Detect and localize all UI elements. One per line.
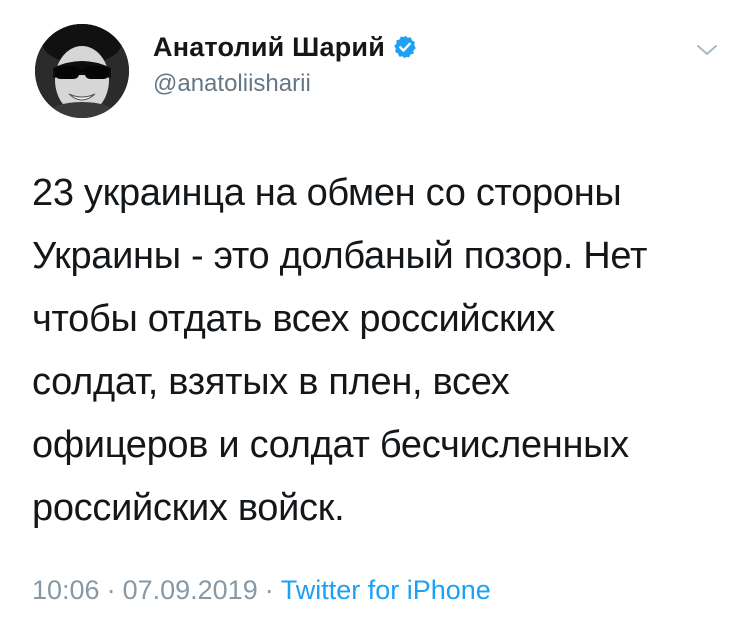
- tweet-source-link[interactable]: Twitter for iPhone: [281, 575, 491, 605]
- avatar-image: [35, 24, 129, 118]
- tweet-time[interactable]: 10:06: [32, 575, 100, 605]
- chevron-down-icon[interactable]: [695, 40, 719, 60]
- display-name[interactable]: Анатолий Шарий: [153, 32, 385, 63]
- tweet-metadata: 10:06 · 07.09.2019 · Twitter for iPhone: [32, 575, 491, 606]
- verified-badge-icon: [392, 34, 418, 60]
- meta-separator: ·: [264, 575, 274, 605]
- tweet-body-text: 23 украинца на обмен со стороны Украины …: [32, 172, 648, 529]
- user-handle[interactable]: @anatoliisharii: [153, 70, 418, 98]
- tweet-date[interactable]: 07.09.2019: [123, 575, 258, 605]
- tweet-header: Анатолий Шарий @anatoliisharii: [153, 28, 418, 98]
- meta-separator: ·: [106, 575, 116, 605]
- name-row: Анатолий Шарий: [153, 28, 418, 66]
- tweet-card: Анатолий Шарий @anatoliisharii 23 украин…: [0, 0, 750, 639]
- avatar[interactable]: [35, 24, 129, 118]
